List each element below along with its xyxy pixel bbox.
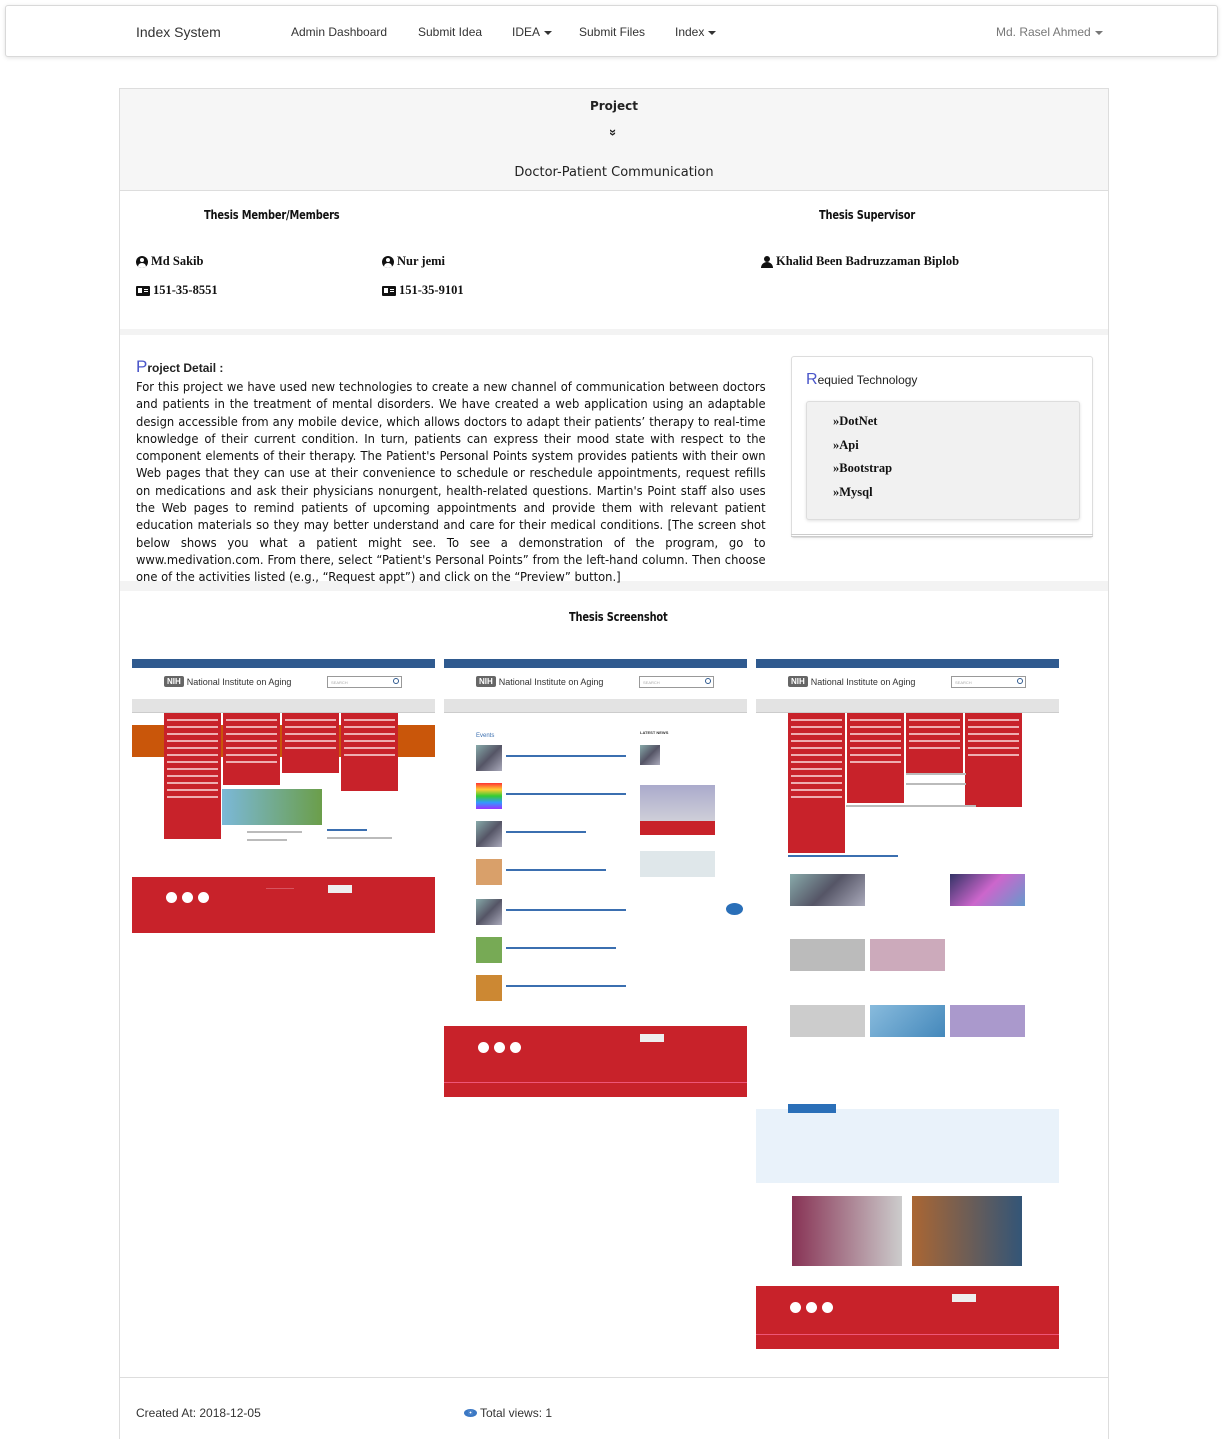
screenshot-image[interactable]: NIH National Institute on Aging SEARCH ——… <box>132 659 435 933</box>
nav-index-dropdown[interactable]: Index <box>675 25 717 39</box>
search-icon <box>393 678 399 684</box>
nav-idea-dropdown[interactable]: IDEA <box>512 25 553 39</box>
nih-logo: NIH National Institute on Aging <box>476 676 603 687</box>
user-menu[interactable]: Md. Rasel Ahmed <box>996 25 1103 39</box>
chevron-down-icon <box>544 30 553 35</box>
id-card-icon <box>382 285 396 296</box>
card-footer: Created At: 2018-12-05 Total views: 1 <box>120 1377 1108 1440</box>
project-label: Project <box>589 99 639 113</box>
double-chevron-down-icon: » <box>606 128 622 137</box>
chevron-down-icon <box>708 30 717 35</box>
created-date: Created At: 2018-12-05 <box>136 1406 261 1420</box>
screenshot-heading: Thesis Screenshot <box>569 610 668 624</box>
supervisor-heading: Thesis Supervisor <box>819 208 916 222</box>
eye-icon <box>464 1409 477 1417</box>
nav-admin-dashboard[interactable]: Admin Dashboard <box>291 25 387 39</box>
user-circle-icon <box>382 255 394 268</box>
project-detail-section: Project Detail : For this project we hav… <box>120 329 1108 591</box>
screenshot-image[interactable]: NIH National Institute on Aging SEARCH <box>756 659 1059 1349</box>
chevron-down-icon <box>1094 30 1103 35</box>
supervisor-name: Khalid Been Badruzzaman Biplob <box>761 254 959 269</box>
nav-index-label: Index <box>675 25 705 39</box>
user-circle-icon <box>136 255 148 268</box>
user-name: Md. Rasel Ahmed <box>996 25 1091 39</box>
top-navbar: Index System Admin Dashboard Submit Idea… <box>5 5 1218 57</box>
screenshot-image[interactable]: NIH National Institute on Aging SEARCH Ev… <box>444 659 747 1097</box>
id-card-icon <box>136 285 150 296</box>
user-icon <box>761 255 773 268</box>
technology-item: »DotNet <box>833 414 878 428</box>
navbar-brand[interactable]: Index System <box>136 24 221 40</box>
nih-logo: NIH National Institute on Aging <box>164 676 291 687</box>
search-icon <box>705 678 711 684</box>
member-name: Md Sakib <box>136 254 203 269</box>
members-heading: Thesis Member/Members <box>204 208 340 222</box>
technology-item: »Api <box>833 437 859 452</box>
member-id: 151-35-8551 <box>136 283 218 298</box>
latest-news-heading: LATEST NEWS <box>640 730 669 735</box>
project-title: Doctor-Patient Communication <box>514 165 714 180</box>
nav-submit-files[interactable]: Submit Files <box>579 25 645 39</box>
panel-divider <box>791 531 1093 537</box>
technology-list: »DotNet »Api »Bootstrap »Mysql <box>806 401 1080 520</box>
search-icon <box>1017 678 1023 684</box>
nav-idea-label: IDEA <box>512 25 541 39</box>
project-detail-text: For this project we have used new techno… <box>136 379 766 585</box>
project-card: Project » Doctor-Patient Communication T… <box>119 88 1109 1439</box>
required-technology-panel: Requied Technology »DotNet »Api »Bootstr… <box>791 356 1093 538</box>
events-heading: Events <box>476 733 495 739</box>
search-input: SEARCH <box>951 676 1026 688</box>
technology-item: »Bootstrap <box>833 461 893 475</box>
search-input: SEARCH <box>327 676 402 688</box>
nih-logo: NIH National Institute on Aging <box>788 676 915 687</box>
project-header: Project » Doctor-Patient Communication <box>120 89 1108 191</box>
member-id: 151-35-9101 <box>382 283 464 298</box>
project-detail-heading: Project Detail : <box>136 357 224 376</box>
total-views: Total views: 1 <box>464 1406 552 1420</box>
search-input: SEARCH <box>639 676 714 688</box>
technology-heading: Requied Technology <box>806 371 918 388</box>
technology-item: »Mysql <box>833 484 873 499</box>
nav-submit-idea[interactable]: Submit Idea <box>418 25 482 39</box>
member-name: Nur jemi <box>382 254 445 269</box>
